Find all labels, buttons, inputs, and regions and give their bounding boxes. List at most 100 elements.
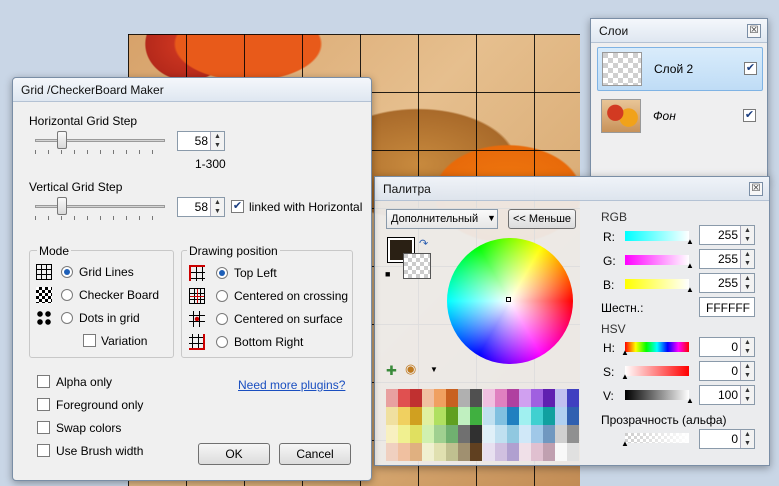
spinner-arrows[interactable]: ▲ ▼ — [740, 338, 754, 356]
h-value-input[interactable]: 0 ▲ ▼ — [699, 337, 755, 357]
chevron-down-icon: ▼ — [487, 213, 496, 223]
checker-board-icon — [36, 287, 52, 303]
slider-thumb-icon[interactable]: ▲ — [686, 396, 694, 405]
position-top-left-radio[interactable] — [216, 267, 228, 279]
slider-thumb-icon[interactable]: ▲ — [686, 261, 694, 270]
mode-checker-board-radio[interactable] — [61, 289, 73, 301]
slider-thumb-icon[interactable]: ▲ — [621, 348, 629, 357]
spinner-arrows[interactable]: ▲ ▼ — [210, 132, 224, 150]
vertical-slider[interactable] — [35, 205, 165, 208]
horizontal-slider-thumb[interactable] — [57, 131, 67, 149]
mode-dots-in-grid-radio[interactable] — [61, 312, 73, 324]
layer-item-2[interactable]: Фон ✔ — [597, 95, 763, 139]
position-option-label: Centered on crossing — [234, 289, 349, 303]
v-slider[interactable] — [625, 390, 689, 400]
slider-thumb-icon[interactable]: ▲ — [621, 372, 629, 381]
g-label: G: — [603, 254, 616, 268]
rgb-section-title: RGB — [601, 210, 628, 224]
alpha-value: 0 — [731, 432, 738, 446]
swap-colors-checkbox[interactable] — [37, 421, 50, 434]
top-left-icon — [189, 265, 205, 281]
alpha-slider[interactable] — [625, 433, 689, 443]
slider-thumb-icon[interactable]: ▲ — [621, 439, 629, 448]
palette-menu-arrow-icon[interactable]: ▼ — [430, 365, 438, 374]
layer-thumbnail-transparent — [602, 52, 642, 86]
more-plugins-link[interactable]: Need more plugins? — [238, 378, 345, 392]
position-bottom-right-radio[interactable] — [216, 336, 228, 348]
vertical-step-input[interactable]: 58 ▲ ▼ — [177, 197, 225, 217]
hsv-section-title: HSV — [601, 322, 626, 336]
spinner-arrows[interactable]: ▲ ▼ — [210, 198, 224, 216]
vertical-slider-thumb[interactable] — [57, 197, 67, 215]
horizontal-step-value: 58 — [194, 134, 208, 148]
layer-visible-checkbox[interactable]: ✔ — [743, 109, 756, 122]
s-value: 0 — [731, 364, 738, 378]
spinner-arrows[interactable]: ▲ ▼ — [740, 362, 754, 380]
spinner-arrows[interactable]: ▲ ▼ — [740, 274, 754, 292]
spinner-arrows[interactable]: ▲ ▼ — [740, 226, 754, 244]
horizontal-slider[interactable] — [35, 139, 165, 142]
layers-title: Слои — [599, 24, 629, 38]
palette-title-bar: Палитра ☒ — [375, 177, 769, 201]
layer-item-1[interactable]: Слой 2 ✔ — [597, 47, 763, 91]
alpha-only-checkbox[interactable] — [37, 375, 50, 388]
s-value-input[interactable]: 0 ▲ ▼ — [699, 361, 755, 381]
slider-thumb-icon[interactable]: ▲ — [686, 285, 694, 294]
v-value-input[interactable]: 100 ▲ ▼ — [699, 385, 755, 405]
reset-colors-icon[interactable]: ■ — [385, 269, 390, 279]
ok-button[interactable]: OK — [198, 443, 270, 465]
variation-label: Variation — [101, 334, 148, 348]
alpha-value-input[interactable]: 0 ▲ ▼ — [699, 429, 755, 449]
layers-panel: Слои ☒ Слой 2 ✔ Фон ✔ — [590, 18, 768, 180]
spinner-arrows[interactable]: ▲ ▼ — [740, 386, 754, 404]
palette-menu-icon[interactable]: ◉ — [405, 361, 416, 377]
position-centered-crossing-radio[interactable] — [216, 290, 228, 302]
s-label: S: — [603, 365, 615, 379]
r-value-input[interactable]: 255 ▲ ▼ — [699, 225, 755, 245]
palette-close-icon[interactable]: ☒ — [749, 182, 763, 196]
b-value-input[interactable]: 255 ▲ ▼ — [699, 273, 755, 293]
layers-close-icon[interactable]: ☒ — [747, 24, 761, 38]
color-swatch-grid[interactable] — [386, 389, 482, 461]
r-slider[interactable] — [625, 231, 689, 241]
color-wheel-cursor[interactable] — [506, 297, 511, 302]
centered-on-crossing-icon — [189, 288, 205, 304]
mode-grid-lines-radio[interactable] — [61, 266, 73, 278]
grid-dialog-title: Grid /CheckerBoard Maker — [21, 83, 164, 97]
layer-visible-checkbox[interactable]: ✔ — [744, 62, 757, 75]
grid-lines-icon — [36, 264, 52, 280]
foreground-only-checkbox[interactable] — [37, 398, 50, 411]
v-value: 100 — [717, 388, 738, 402]
r-label: R: — [603, 230, 615, 244]
slider-thumb-icon[interactable]: ▲ — [686, 237, 694, 246]
swap-colors-icon[interactable]: ↷ — [419, 237, 428, 250]
secondary-color-swatch[interactable] — [403, 253, 431, 279]
variation-checkbox[interactable] — [83, 334, 96, 347]
add-color-icon[interactable]: ✚ — [386, 363, 397, 379]
linked-checkbox[interactable]: ✔ — [231, 200, 244, 213]
mode-option-label: Dots in grid — [79, 311, 140, 325]
mode-option-label: Checker Board — [79, 288, 160, 302]
hex-label: Шестн.: — [601, 301, 644, 315]
g-slider[interactable] — [625, 255, 689, 265]
hex-input[interactable]: FFFFFF — [699, 297, 755, 317]
position-option-label: Top Left — [234, 266, 277, 280]
s-slider[interactable] — [625, 366, 689, 376]
spinner-arrows[interactable]: ▲ ▼ — [740, 430, 754, 448]
use-brush-width-checkbox[interactable] — [37, 444, 50, 457]
vertical-step-label: Vertical Grid Step — [29, 180, 123, 194]
palette-panel: Палитра ☒ Дополнительный ▼ << Меньше ↷ ■… — [374, 176, 770, 466]
grid-dialog-title-bar: Grid /CheckerBoard Maker — [13, 78, 371, 102]
h-slider[interactable] — [625, 342, 689, 352]
color-swatch-grid-2[interactable] — [483, 389, 579, 461]
spinner-arrows[interactable]: ▲ ▼ — [740, 250, 754, 268]
b-slider[interactable] — [625, 279, 689, 289]
cancel-button[interactable]: Cancel — [279, 443, 351, 465]
g-value-input[interactable]: 255 ▲ ▼ — [699, 249, 755, 269]
less-button[interactable]: << Меньше — [508, 209, 576, 229]
position-centered-surface-radio[interactable] — [216, 313, 228, 325]
horizontal-step-input[interactable]: 58 ▲ ▼ — [177, 131, 225, 151]
palette-mode-select[interactable]: Дополнительный ▼ — [386, 209, 498, 229]
position-option-label: Centered on surface — [234, 312, 343, 326]
horizontal-range-label: 1-300 — [195, 157, 226, 171]
